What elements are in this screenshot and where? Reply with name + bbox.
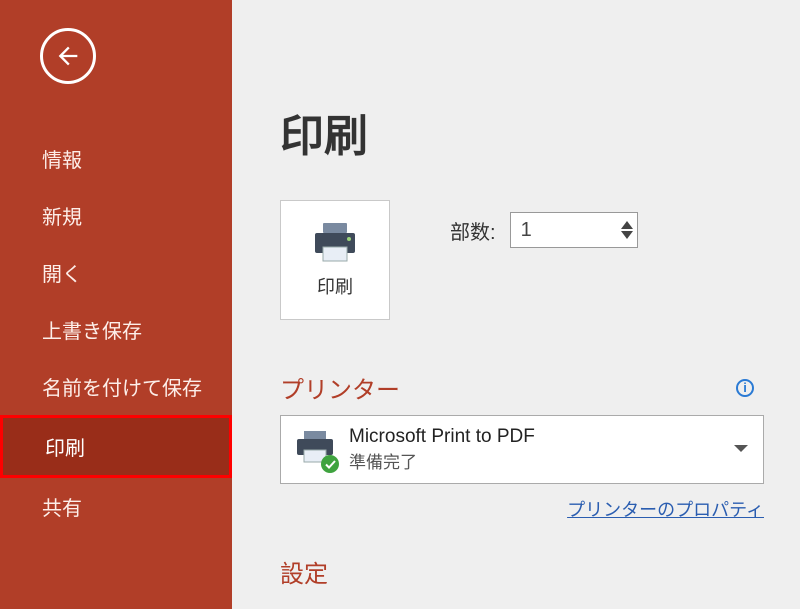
print-row: 印刷 部数: 1 (280, 200, 764, 320)
sidebar-item-save[interactable]: 上書き保存 (0, 301, 232, 358)
chevron-down-icon (733, 444, 749, 454)
print-button[interactable]: 印刷 (280, 200, 390, 320)
print-button-label: 印刷 (317, 273, 353, 299)
printer-properties-link[interactable]: プリンターのプロパティ (567, 500, 764, 520)
printer-status-icon (295, 430, 335, 469)
copies-group: 部数: 1 (450, 200, 638, 248)
spinner-down-icon[interactable] (621, 231, 633, 239)
printer-icon (311, 221, 359, 263)
sidebar-item-info[interactable]: 情報 (0, 130, 232, 187)
sidebar-item-print[interactable]: 印刷 (0, 415, 232, 478)
sidebar-item-open[interactable]: 開く (0, 244, 232, 301)
dropdown-caret (733, 441, 749, 459)
arrow-left-icon (54, 42, 82, 70)
printer-name: Microsoft Print to PDF (349, 426, 719, 448)
page-title: 印刷 (280, 100, 764, 164)
printer-dropdown[interactable]: Microsoft Print to PDF 準備完了 (280, 415, 764, 484)
spinner-up-icon[interactable] (621, 221, 633, 229)
settings-section-title: 設定 (280, 554, 764, 589)
copies-label: 部数: (450, 216, 496, 245)
sidebar-item-saveas[interactable]: 名前を付けて保存 (0, 358, 232, 415)
back-button[interactable] (40, 28, 96, 84)
copies-value: 1 (521, 219, 532, 242)
sidebar-item-new[interactable]: 新規 (0, 187, 232, 244)
copies-input[interactable]: 1 (510, 212, 638, 248)
copies-spinner (621, 221, 633, 239)
sidebar-item-share[interactable]: 共有 (0, 478, 232, 535)
printer-status: 準備完了 (349, 448, 719, 473)
backstage-sidebar: 情報 新規 開く 上書き保存 名前を付けて保存 印刷 共有 (0, 0, 232, 609)
printer-info-icon[interactable]: i (736, 379, 754, 397)
printer-section-title: プリンター (280, 370, 400, 405)
check-badge-icon (321, 455, 339, 473)
print-panel: 印刷 印刷 部数: 1 プリンター i (232, 0, 800, 609)
